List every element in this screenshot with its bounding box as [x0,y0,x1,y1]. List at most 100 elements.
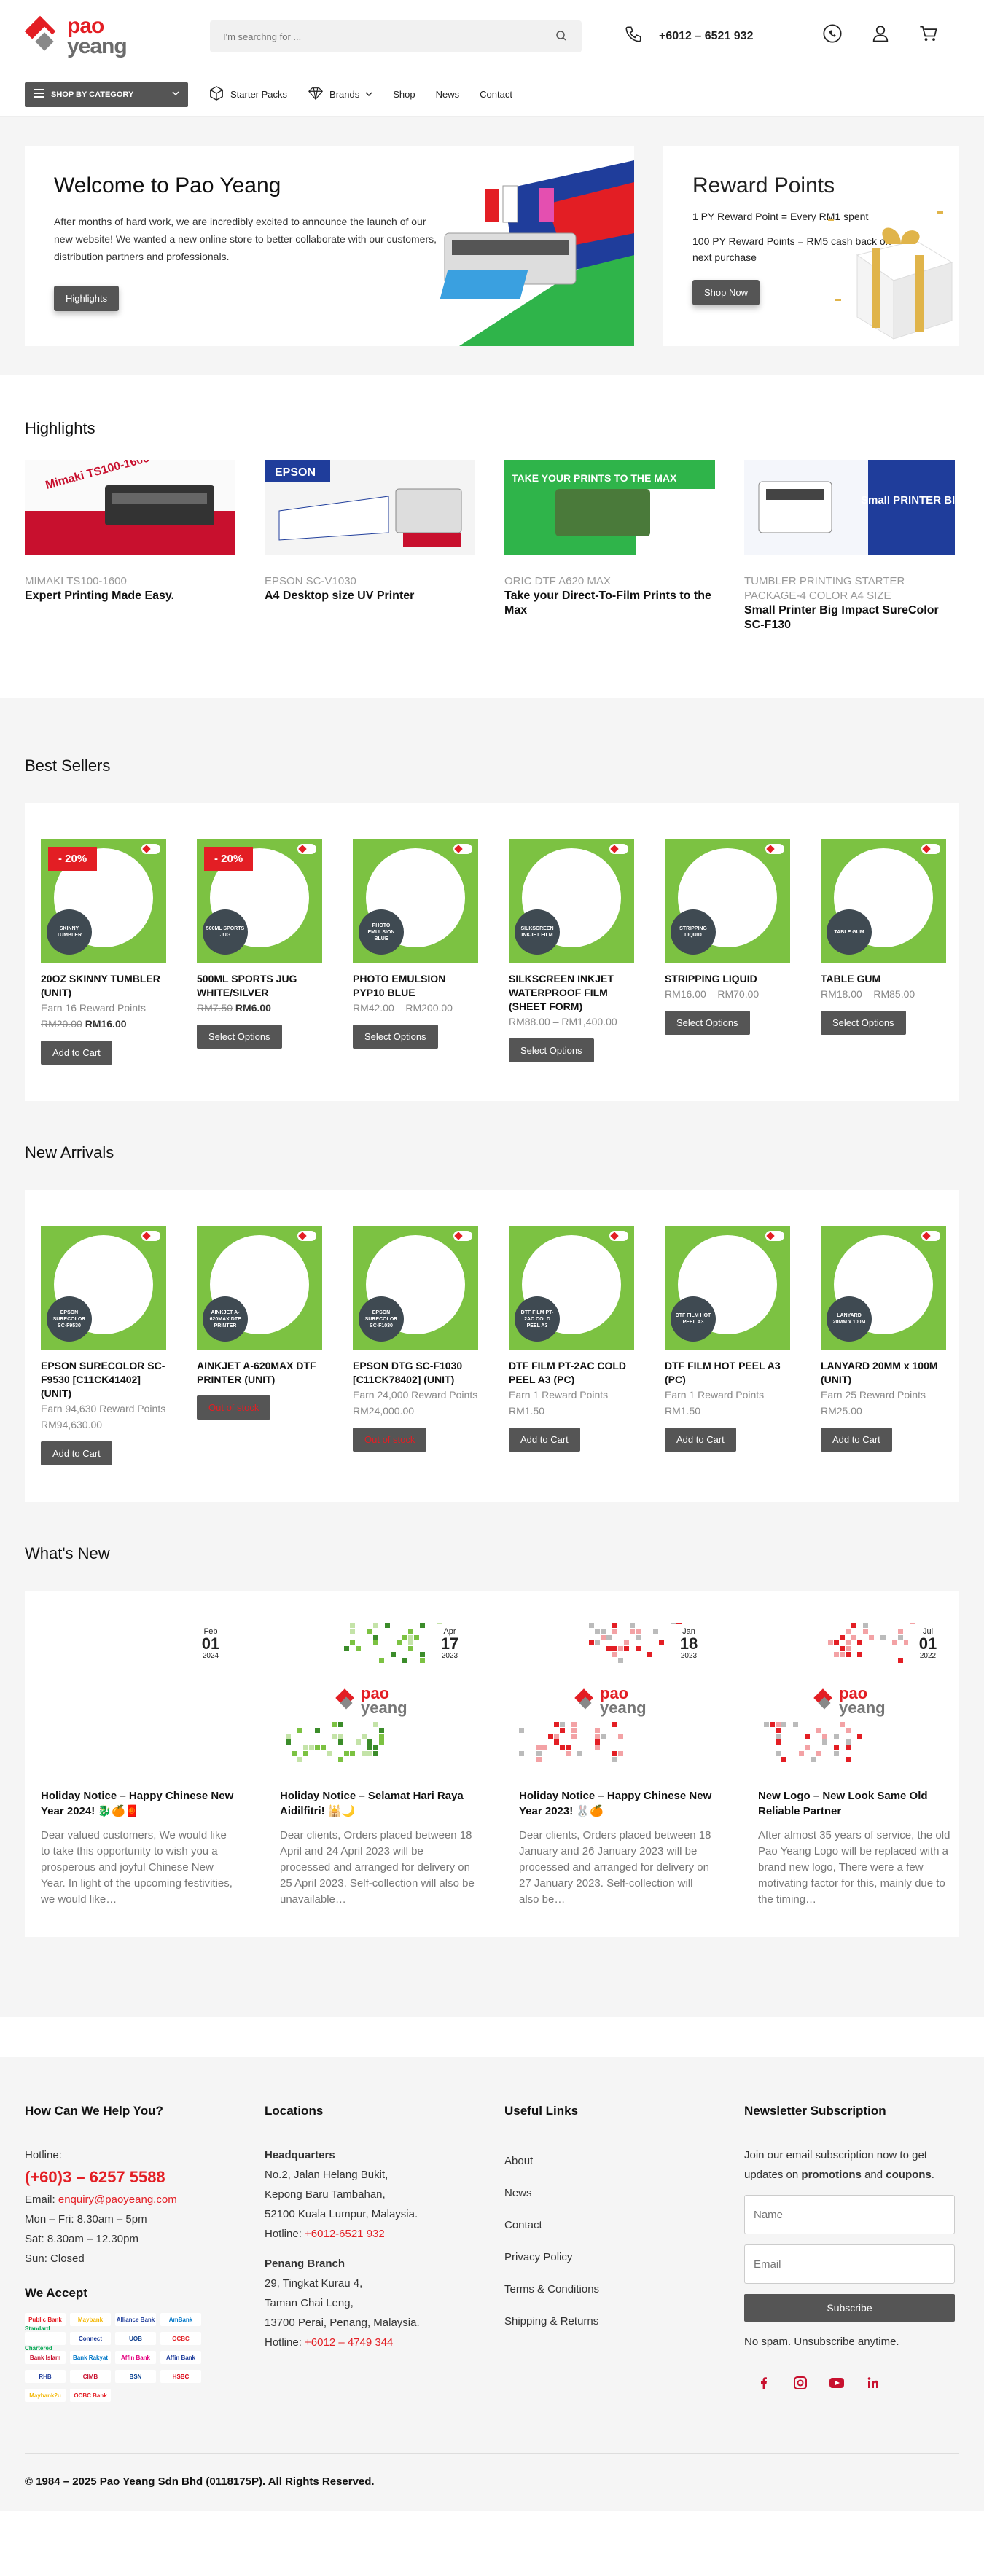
footer-link-terms[interactable]: Terms & Conditions [504,2274,715,2306]
product-image[interactable]: LANYARD 20MM x 100M [821,1226,946,1350]
footer-link-news[interactable]: News [504,2177,715,2209]
cart-icon[interactable] [917,22,940,45]
add-to-cart-button[interactable]: Select Options [509,1038,594,1062]
linkedin-icon[interactable] [864,2373,883,2392]
product-image[interactable]: AINKJET A-620MAX DTF PRINTER [197,1226,322,1350]
product-name[interactable]: 20OZ SKINNY TUMBLER (UNIT) [41,972,166,1000]
product-card[interactable]: TABLE GUM TABLE GUM RM18.00 – RM85.00 Selec… [821,839,946,1065]
nav-shop[interactable]: Shop [393,89,415,100]
hq-hotline[interactable]: +6012-6521 932 [305,2228,385,2240]
product-name[interactable]: 500ML SPORTS JUG WHITE/SILVER [197,972,322,1000]
add-to-cart-button[interactable]: Add to Cart [41,1041,112,1065]
product-image[interactable]: DTF FILM PT-2AC COLD PEEL A3 [509,1226,634,1350]
account-icon[interactable] [869,22,892,45]
product-image[interactable]: EPSON SURECOLOR SC-F9530 [41,1226,166,1350]
product-card[interactable]: PHOTO EMULSION BLUE PHOTO EMULSION PYP10 … [353,839,478,1065]
product-image[interactable]: - 20% 500ML SPORTS JUG [197,839,322,963]
product-card[interactable]: DTF FILM HOT PEEL A3 DTF FILM HOT PEEL A3… [665,1226,790,1465]
nav-news[interactable]: News [436,89,460,100]
nav-starter-packs[interactable]: Starter Packs [208,85,287,103]
product-card[interactable]: - 20% 500ML SPORTS JUG 500ML SPORTS JUG WH… [197,839,322,1065]
header-phone[interactable]: +6012 – 6521 932 [624,25,753,47]
add-to-cart-button[interactable]: Select Options [197,1025,282,1049]
nav-contact[interactable]: Contact [480,89,512,100]
add-to-cart-button[interactable]: Add to Cart [509,1428,580,1452]
news-card[interactable]: Feb 01 2024 Holiday Notice – Happy Chinese … [41,1617,238,1908]
add-to-cart-button[interactable]: Select Options [353,1025,438,1049]
product-card[interactable]: SILKSCREEN INKJET FILM SILKSCREEN INKJET … [509,839,634,1065]
product-price: RM24,000.00 [353,1403,478,1419]
product-name[interactable]: EPSON DTG SC-F1030 [C11CK78402] (UNIT) [353,1359,478,1387]
news-title[interactable]: New Logo – New Look Same Old Reliable Pa… [758,1788,955,1819]
news-card[interactable]: pao yeang Jan 18 2023 Holiday Notice – Happy … [519,1617,716,1908]
footer-link-shipping[interactable]: Shipping & Returns [504,2306,715,2338]
product-name[interactable]: PHOTO EMULSION PYP10 BLUE [353,972,478,1000]
search-icon[interactable] [555,30,569,43]
instagram-icon[interactable] [791,2373,810,2392]
news-card[interactable]: pao yeang Apr 17 2023 Holiday Notice – Selama… [280,1617,477,1908]
search-input[interactable] [223,31,555,42]
product-name[interactable]: EPSON SURECOLOR SC-F9530 [C11CK41402] (U… [41,1359,166,1401]
whatsapp-icon[interactable] [821,22,844,45]
news-card[interactable]: pao yeang Jul 01 2022 New Logo – New Look Sam… [758,1617,955,1908]
product-card[interactable]: LANYARD 20MM x 100M LANYARD 20MM x 100M (… [821,1226,946,1465]
site-logo[interactable]: pao yeang [24,15,207,58]
product-name[interactable]: DTF FILM PT-2AC COLD PEEL A3 (PC) [509,1359,634,1387]
newsletter-email-input[interactable] [744,2244,955,2284]
product-name[interactable]: LANYARD 20MM x 100M (UNIT) [821,1359,946,1387]
highlight-card[interactable]: Small PRINTER BIG impact TUMBLER PRINTIN… [744,460,984,633]
out-of-stock-button[interactable]: Out of stock [353,1428,427,1452]
hotline-number[interactable]: (+60)3 – 6257 5588 [25,2168,165,2186]
add-to-cart-button[interactable]: Add to Cart [821,1428,892,1452]
add-to-cart-button[interactable]: Add to Cart [41,1441,112,1465]
product-card[interactable]: EPSON SURECOLOR SC-F1030 EPSON DTG SC-F10… [353,1226,478,1465]
facebook-icon[interactable] [754,2373,773,2392]
product-image[interactable]: PHOTO EMULSION BLUE [353,839,478,963]
highlight-card[interactable]: TAKE YOUR PRINTS TO THE MAX ORIC DTF A62… [504,460,715,633]
add-to-cart-button[interactable]: Select Options [821,1011,906,1035]
add-to-cart-button[interactable]: Add to Cart [665,1428,736,1452]
footer-link-about[interactable]: About [504,2145,715,2177]
newsletter-name-input[interactable] [744,2195,955,2234]
top-header: pao yeang +6012 – 6521 932 [0,0,984,73]
nav-brands[interactable]: Brands [308,85,372,103]
highlight-card[interactable]: Mimaki TS100-1600 MIMAKI TS100-1600 Expe… [25,452,235,633]
product-name[interactable]: AINKJET A-620MAX DTF PRINTER (UNIT) [197,1359,322,1387]
subscribe-button[interactable]: Subscribe [744,2294,955,2322]
highlights-button[interactable]: Highlights [54,286,120,311]
news-image[interactable]: pao yeang Jul 01 2022 [758,1617,955,1774]
product-card[interactable]: STRIPPING LIQUID STRIPPING LIQUID RM16.00 … [665,839,790,1065]
out-of-stock-button[interactable]: Out of stock [197,1395,271,1420]
footer-link-contact[interactable]: Contact [504,2209,715,2242]
footer-link-privacy[interactable]: Privacy Policy [504,2242,715,2274]
product-image[interactable]: TABLE GUM [821,839,946,963]
product-image[interactable]: - 20% SKINNY TUMBLER [41,839,166,963]
add-to-cart-button[interactable]: Select Options [665,1011,750,1035]
shop-now-button[interactable]: Shop Now [692,280,760,305]
news-title[interactable]: Holiday Notice – Selamat Hari Raya Aidil… [280,1788,477,1819]
product-image[interactable]: DTF FILM HOT PEEL A3 [665,1226,790,1350]
best-sellers-title: Best Sellers [25,756,111,775]
product-image[interactable]: SILKSCREEN INKJET FILM [509,839,634,963]
product-image[interactable]: EPSON SURECOLOR SC-F1030 [353,1226,478,1350]
product-card[interactable]: DTF FILM PT-2AC COLD PEEL A3 DTF FILM PT-… [509,1226,634,1465]
penang-hotline[interactable]: +6012 – 4749 344 [305,2336,393,2349]
product-name[interactable]: SILKSCREEN INKJET WATERPROOF FILM (SHEET… [509,972,634,1014]
payment-logo: HSBC [160,2370,201,2383]
youtube-icon[interactable] [827,2373,846,2392]
news-title[interactable]: Holiday Notice – Happy Chinese New Year … [519,1788,716,1819]
product-card[interactable]: AINKJET A-620MAX DTF PRINTER AINKJET A-62… [197,1226,322,1465]
product-card[interactable]: - 20% SKINNY TUMBLER 20OZ SKINNY TUMBLER (… [41,839,166,1065]
product-card[interactable]: EPSON SURECOLOR SC-F9530 EPSON SURECOLOR … [41,1226,166,1465]
news-image[interactable]: Feb 01 2024 [41,1617,238,1774]
product-name[interactable]: TABLE GUM [821,972,946,986]
product-name[interactable]: DTF FILM HOT PEEL A3 (PC) [665,1359,790,1387]
product-image[interactable]: STRIPPING LIQUID [665,839,790,963]
news-image[interactable]: pao yeang Jan 18 2023 [519,1617,716,1774]
news-image[interactable]: pao yeang Apr 17 2023 [280,1617,477,1774]
product-name[interactable]: STRIPPING LIQUID [665,972,790,986]
shop-by-category-button[interactable]: SHOP BY CATEGORY [25,82,188,107]
news-title[interactable]: Holiday Notice – Happy Chinese New Year … [41,1788,238,1819]
email-link[interactable]: enquiry@paoyeang.com [58,2193,177,2206]
highlight-card[interactable]: EPSON EPSON SC-V1030 A4 Desktop size UV … [265,460,475,633]
